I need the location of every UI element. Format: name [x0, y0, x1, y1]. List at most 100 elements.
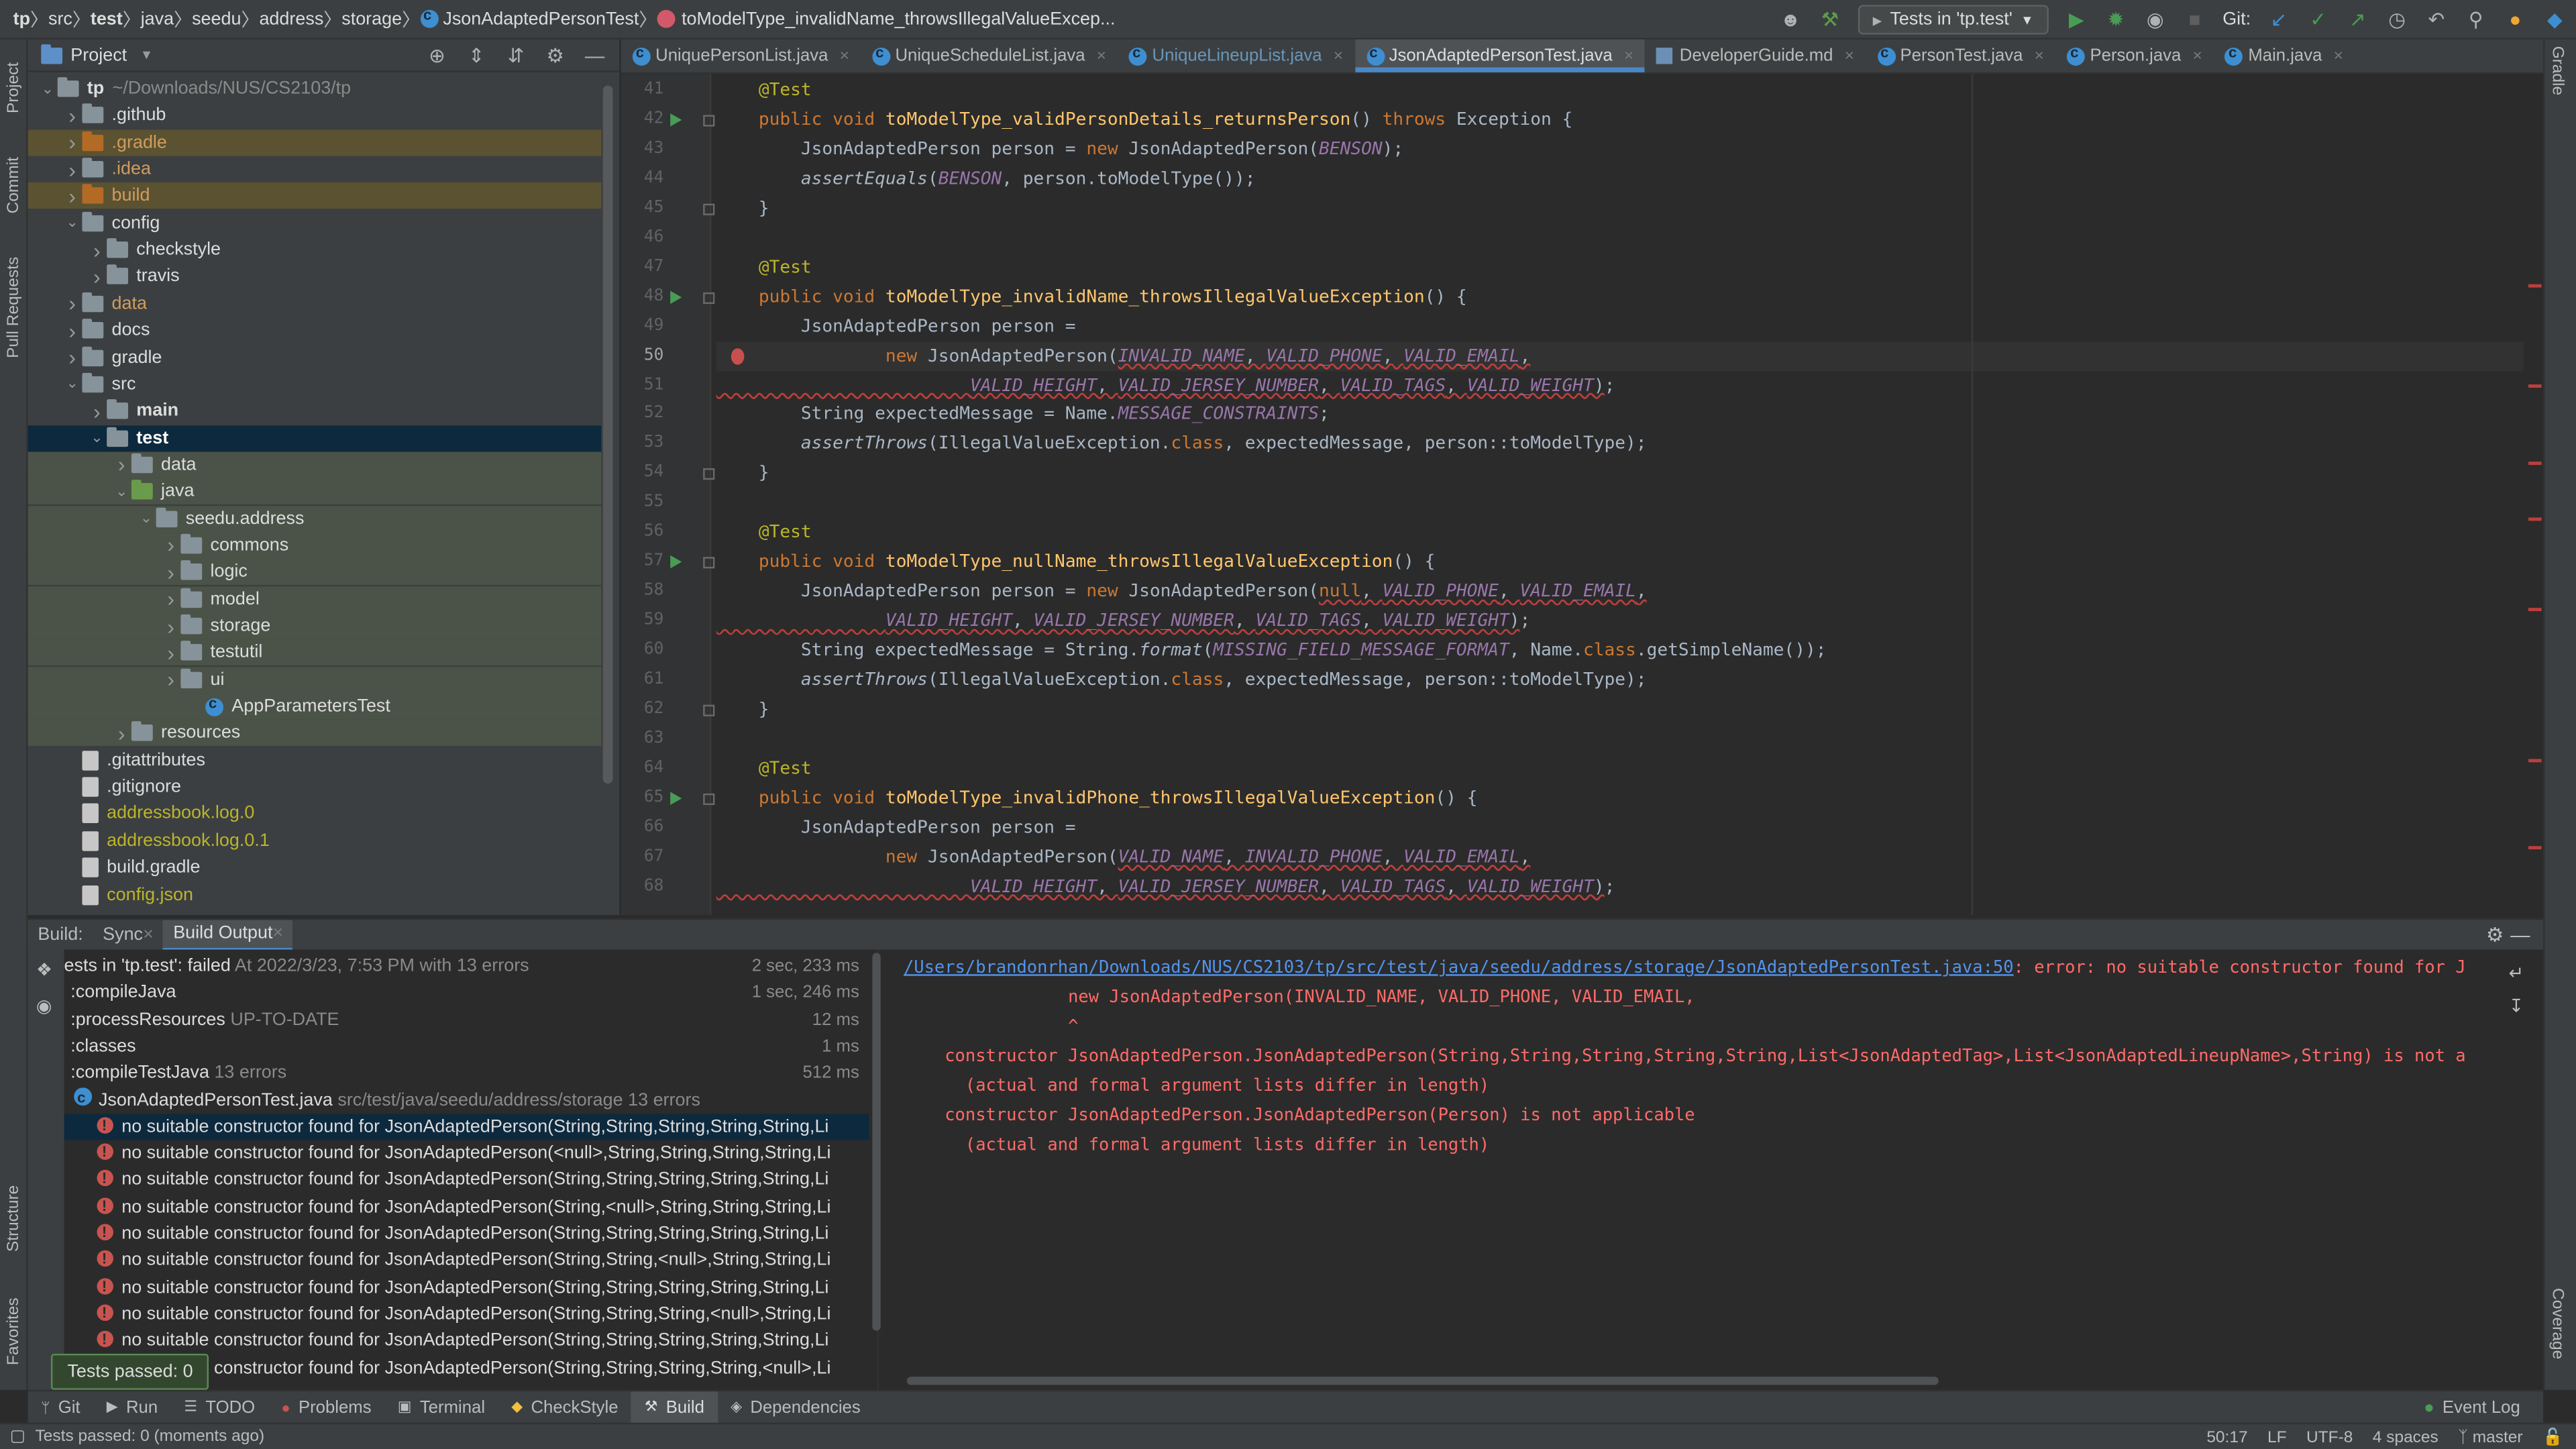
tree-item[interactable]: ⌄ seedu.address: [28, 505, 602, 532]
close-icon[interactable]: ×: [143, 925, 154, 945]
build-step[interactable]: :compileTestJava 13 errors 512 ms: [64, 1060, 869, 1086]
run-configuration-select[interactable]: ▸ Tests in 'tp.test' ▼: [1858, 5, 2049, 35]
build-step[interactable]: JsonAdaptedPersonTest.java src/test/java…: [64, 1087, 869, 1113]
code-line[interactable]: new JsonAdaptedPerson(INVALID_NAME, VALI…: [716, 341, 2524, 371]
tree-item[interactable]: › data: [28, 451, 602, 478]
tree-item[interactable]: config.json: [28, 881, 602, 908]
tree-item[interactable]: › logic: [28, 559, 602, 586]
tool-button-todo[interactable]: ☰ TODO: [171, 1391, 268, 1424]
build-error-item[interactable]: no suitable constructor found for JsonAd…: [64, 1301, 869, 1327]
fold-icon[interactable]: [703, 793, 715, 805]
git-push-icon[interactable]: ↗: [2346, 8, 2369, 31]
chevron-right-icon[interactable]: ›: [87, 398, 107, 423]
chevron-right-icon[interactable]: ›: [62, 157, 82, 182]
code-editor[interactable]: 41 42 43 44 45 46 47 48 49 50 51 52 53 54 55 56 57 58 59 60…: [621, 74, 2544, 916]
tree-item[interactable]: › commons: [28, 532, 602, 559]
tree-item[interactable]: › data: [28, 290, 602, 317]
tool-button-dependencies[interactable]: ◈ Dependencies: [718, 1391, 874, 1424]
breadcrumb-item[interactable]: tp: [13, 0, 30, 39]
fold-icon[interactable]: [703, 557, 715, 569]
code-line[interactable]: JsonAdaptedPerson person =: [716, 311, 2524, 341]
chevron-right-icon[interactable]: ›: [161, 560, 180, 585]
history-icon[interactable]: ◷: [2385, 8, 2408, 31]
lock-icon[interactable]: 🔓: [2542, 1428, 2563, 1446]
tree-item[interactable]: ⌄ src: [28, 371, 602, 397]
fold-icon[interactable]: [703, 115, 715, 127]
breadcrumb-item[interactable]: src: [48, 0, 72, 39]
chevron-right-icon[interactable]: ›: [62, 103, 82, 128]
close-icon[interactable]: ×: [840, 47, 849, 65]
rollback-icon[interactable]: ↶: [2425, 8, 2448, 31]
coverage-tool-tab[interactable]: Coverage: [2548, 1288, 2566, 1380]
code-line[interactable]: JsonAdaptedPerson person = new JsonAdapt…: [716, 135, 2524, 164]
tree-item[interactable]: › ui: [28, 666, 602, 693]
build-step[interactable]: :compileJava 1 sec, 246 ms: [64, 979, 869, 1006]
error-stripe-mark[interactable]: [2528, 759, 2542, 763]
stop-icon[interactable]: ■: [2183, 8, 2206, 31]
code-line[interactable]: [716, 724, 2524, 754]
source-file-link[interactable]: /Users/brandonrhan/Downloads/NUS/CS2103/…: [904, 958, 2014, 977]
chevron-right-icon[interactable]: ›: [112, 721, 131, 746]
gear-icon[interactable]: ⚙: [2486, 923, 2504, 946]
git-commit-icon[interactable]: ✓: [2306, 8, 2329, 31]
tree-item[interactable]: › .github: [28, 103, 602, 129]
search-icon[interactable]: ⚲: [2464, 8, 2487, 31]
build-error-item[interactable]: no suitable constructor found for JsonAd…: [64, 1274, 869, 1300]
chevron-down-icon[interactable]: ⌄: [112, 482, 131, 500]
tree-item[interactable]: build.gradle: [28, 855, 602, 881]
tree-item[interactable]: › resources: [28, 720, 602, 747]
hide-icon[interactable]: —: [583, 44, 606, 67]
tree-item[interactable]: ⌄ test: [28, 425, 602, 451]
caret-position[interactable]: 50:17: [2206, 1428, 2247, 1446]
breadcrumb-item[interactable]: storage: [341, 0, 402, 39]
code-line[interactable]: }: [716, 695, 2524, 724]
collapse-all-icon[interactable]: ⇵: [504, 44, 527, 67]
fold-icon[interactable]: [703, 203, 715, 215]
build-step[interactable]: ests in 'tp.test': failed At 2022/3/23, …: [64, 953, 869, 979]
editor-tab[interactable]: UniqueScheduleList.java ×: [861, 40, 1118, 72]
tree-item[interactable]: › main: [28, 398, 602, 424]
status-message[interactable]: Tests passed: 0 (moments ago): [36, 1428, 265, 1446]
code-line[interactable]: @Test: [716, 754, 2524, 784]
build-step[interactable]: :processResources UP-TO-DATE 12 ms: [64, 1006, 869, 1032]
chevron-right-icon[interactable]: ›: [87, 237, 107, 262]
close-icon[interactable]: ×: [1097, 47, 1106, 65]
code-line[interactable]: assertThrows(IllegalValueException.class…: [716, 429, 2524, 459]
build-output-console[interactable]: /Users/brandonrhan/Downloads/NUS/CS2103/…: [887, 949, 2494, 1390]
tree-item[interactable]: › docs: [28, 317, 602, 343]
code-line[interactable]: VALID_HEIGHT, VALID_JERSEY_NUMBER, VALID…: [716, 872, 2524, 902]
error-stripe-mark[interactable]: [2528, 284, 2542, 288]
tree-item[interactable]: › .idea: [28, 156, 602, 182]
run-test-icon[interactable]: [670, 555, 682, 569]
git-update-icon[interactable]: ↙: [2267, 8, 2290, 31]
error-stripe-mark[interactable]: [2528, 384, 2542, 388]
tool-button-git[interactable]: ᛘ Git: [28, 1391, 94, 1424]
locate-icon[interactable]: ⊕: [425, 44, 448, 67]
code-line[interactable]: String expectedMessage = Name.MESSAGE_CO…: [716, 400, 2524, 429]
chevron-down-icon[interactable]: ⌄: [38, 80, 57, 98]
code-area[interactable]: @Test public void toModelType_validPerso…: [716, 74, 2540, 915]
build-step[interactable]: :classes 1 ms: [64, 1033, 869, 1059]
pull-requests-tool-tab[interactable]: Pull Requests: [0, 246, 28, 368]
build-error-item[interactable]: no suitable constructor found for JsonAd…: [64, 1140, 869, 1167]
project-scrollbar[interactable]: [602, 85, 613, 784]
code-line[interactable]: JsonAdaptedPerson person =: [716, 813, 2524, 843]
tree-item[interactable]: AppParametersTest: [28, 693, 602, 720]
expand-all-icon[interactable]: ⇕: [465, 44, 488, 67]
breadcrumb-item[interactable]: seedu: [192, 0, 241, 39]
breadcrumb-item[interactable]: test: [91, 0, 123, 39]
editor-tab[interactable]: UniquePersonList.java ×: [621, 40, 861, 72]
build-error-item[interactable]: no suitable constructor found for JsonAd…: [64, 1221, 869, 1247]
coverage-icon[interactable]: ◉: [2144, 8, 2167, 31]
error-stripe-mark[interactable]: [2528, 846, 2542, 850]
tree-item[interactable]: › model: [28, 586, 602, 612]
breadcrumb-item[interactable]: JsonAdaptedPersonTest: [420, 0, 639, 39]
code-line[interactable]: VALID_HEIGHT, VALID_JERSEY_NUMBER, VALID…: [716, 606, 2524, 636]
tree-item[interactable]: ⌄ tp ~/Downloads/NUS/CS2103/tp: [28, 76, 602, 102]
run-test-icon[interactable]: [670, 791, 682, 805]
code-line[interactable]: [716, 488, 2524, 518]
code-line[interactable]: VALID_HEIGHT, VALID_JERSEY_NUMBER, VALID…: [716, 370, 2524, 400]
user-icon[interactable]: ☻: [1779, 8, 1802, 31]
chevron-down-icon[interactable]: ⌄: [62, 375, 82, 393]
tree-item[interactable]: › checkstyle: [28, 237, 602, 263]
